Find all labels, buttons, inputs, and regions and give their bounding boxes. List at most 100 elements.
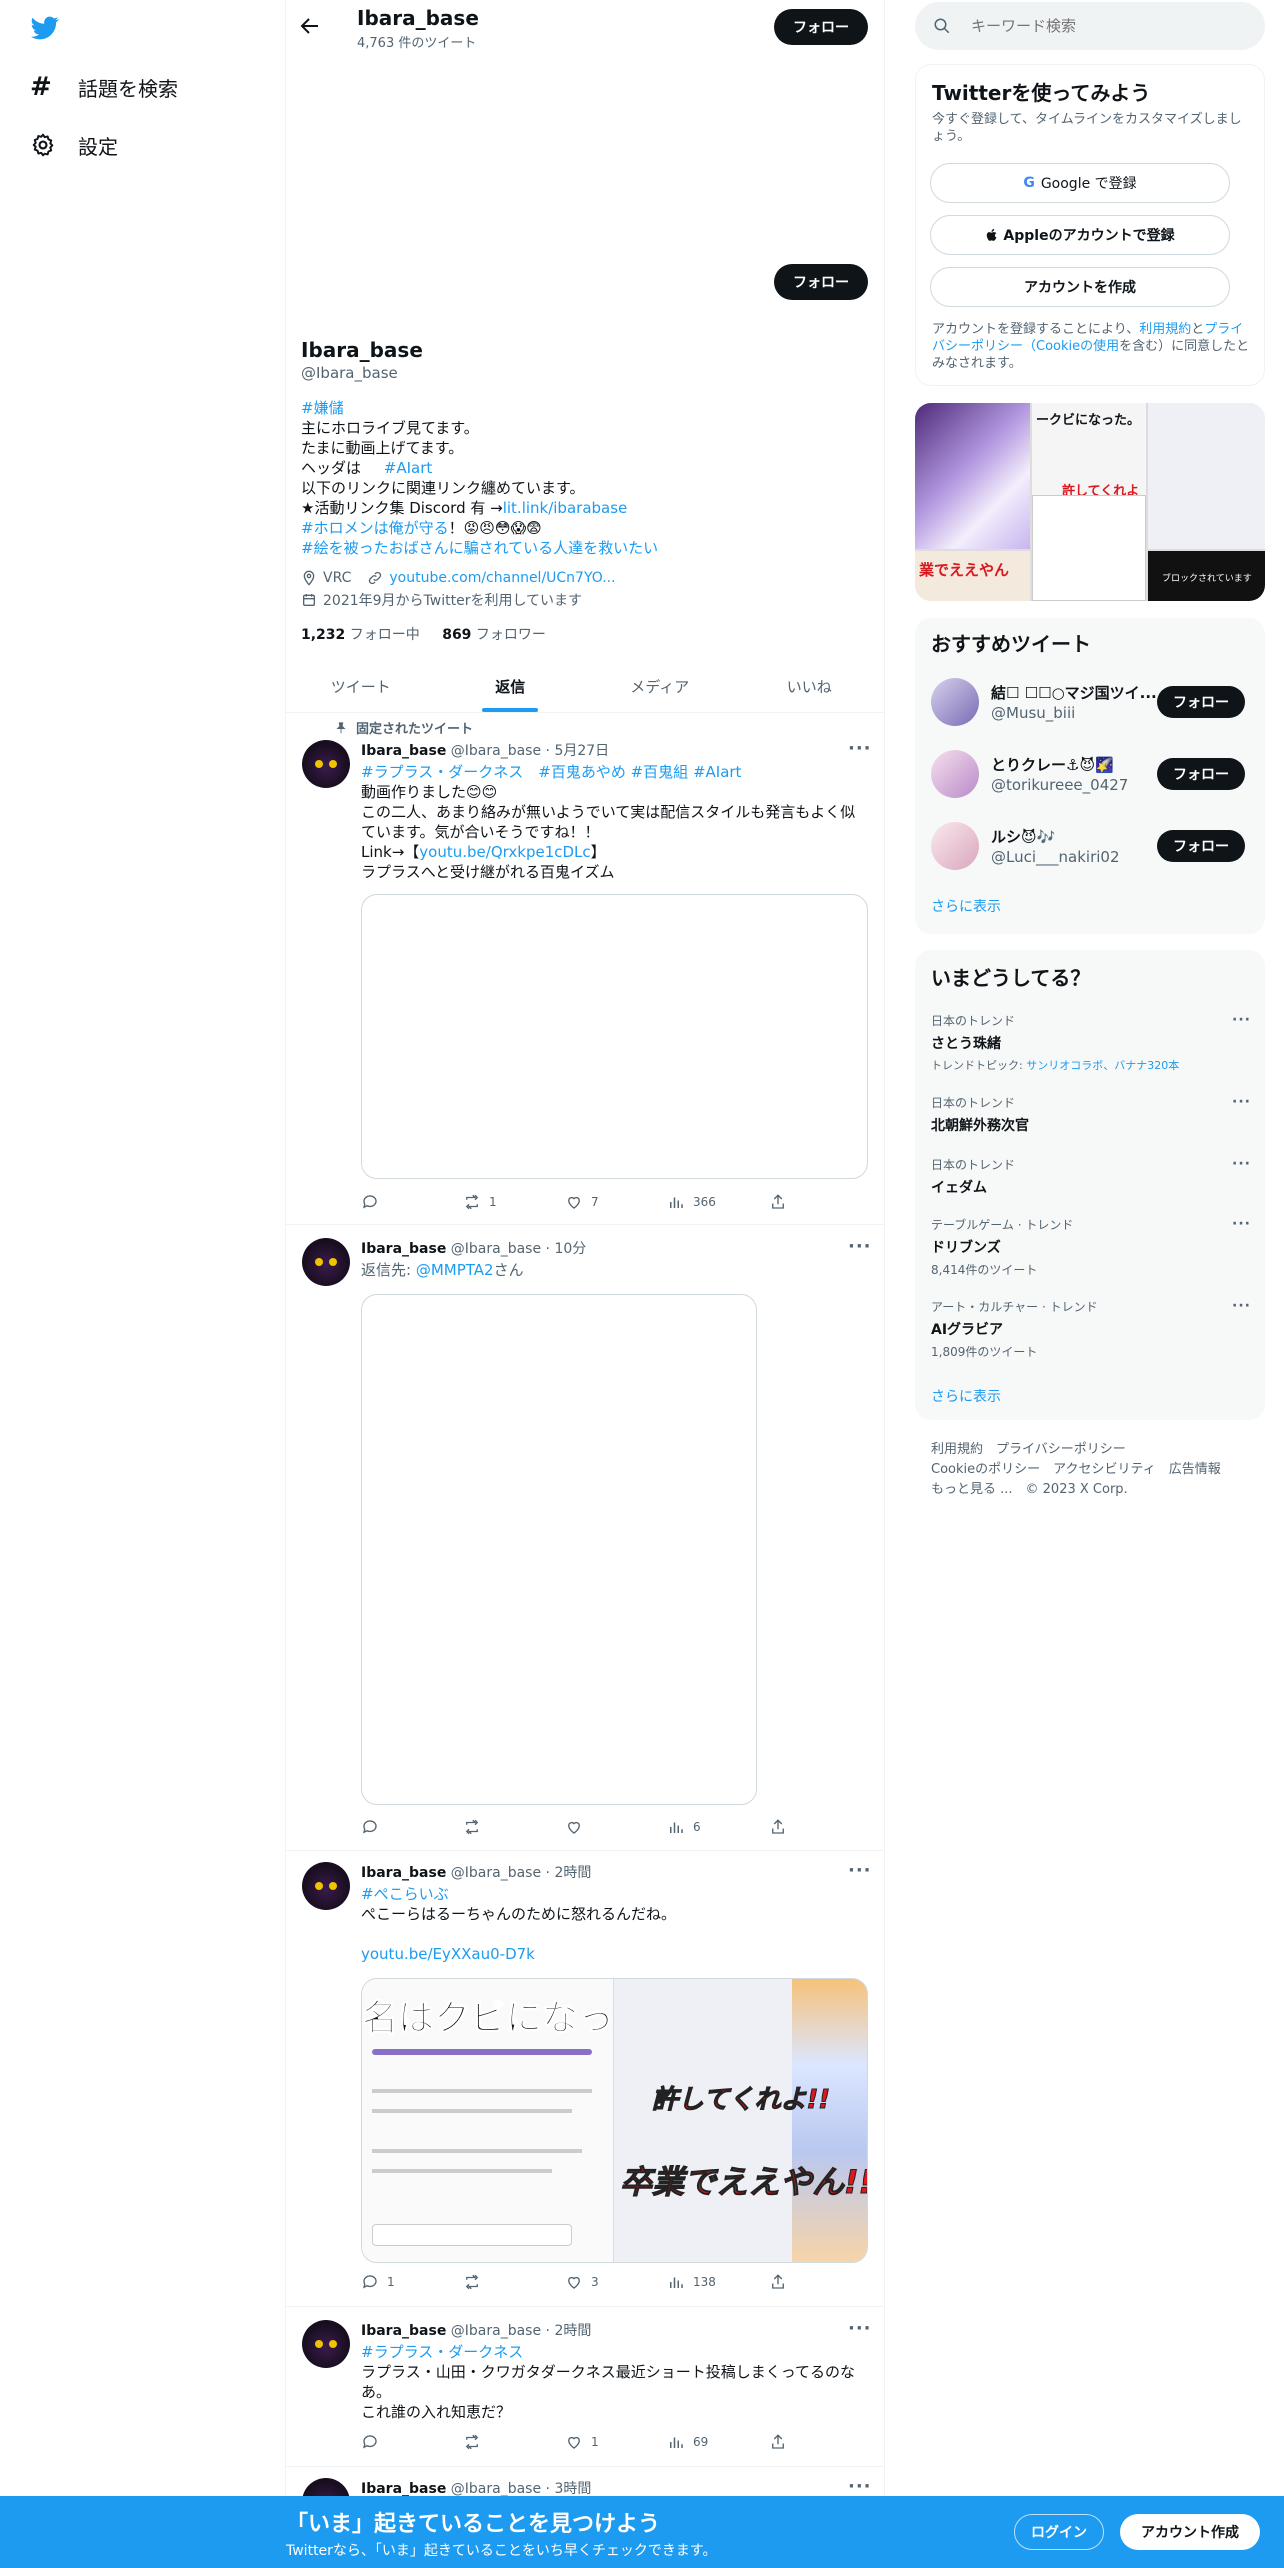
media-thumb[interactable] bbox=[1148, 403, 1265, 549]
reply-button[interactable] bbox=[361, 1193, 463, 1211]
trend-item[interactable]: 日本のトレンド さとう珠緒 トレンドトピック: サンリオコラボ、バナナ320本 … bbox=[931, 1012, 1251, 1073]
tweet-author-name[interactable]: Ibara_base bbox=[361, 1241, 446, 1257]
trend-item[interactable]: テーブルゲーム · トレンド ドリブンズ 8,414件のツイート ··· bbox=[931, 1216, 1251, 1278]
tweet-hashtags[interactable]: #ぺこらいぶ bbox=[361, 1884, 871, 1904]
like-button[interactable]: 7 bbox=[565, 1193, 667, 1211]
more-options-button[interactable]: ··· bbox=[848, 1860, 872, 1881]
tweet-author-handle[interactable]: @Ibara_base bbox=[451, 2481, 541, 2497]
avatar[interactable] bbox=[302, 1862, 350, 1910]
media-thumb[interactable]: ブロックされています bbox=[1148, 551, 1265, 601]
bio-hashtag[interactable]: #ホロメンは俺が守る bbox=[301, 519, 449, 537]
follow-button[interactable]: フォロー bbox=[1157, 686, 1245, 718]
trend-sub-link[interactable]: サンリオコラボ、バナナ320本 bbox=[1026, 1059, 1179, 1072]
views-button[interactable]: 366 bbox=[667, 1193, 769, 1211]
follow-button[interactable]: フォロー bbox=[1157, 830, 1245, 862]
tweet-time[interactable]: · 10分 bbox=[546, 1241, 587, 1257]
retweet-button[interactable] bbox=[463, 2433, 565, 2451]
share-button[interactable] bbox=[769, 2433, 871, 2451]
tweet-author-name[interactable]: Ibara_base bbox=[361, 2323, 446, 2339]
search-box[interactable] bbox=[915, 2, 1265, 50]
recommended-user[interactable]: とりクレー⚓😈🌠 @torikureee_0427 フォロー bbox=[931, 748, 1251, 798]
back-button[interactable] bbox=[298, 14, 326, 42]
tweet-author-name[interactable]: Ibara_base bbox=[361, 1865, 446, 1881]
signup-button[interactable]: アカウント作成 bbox=[1120, 2514, 1260, 2550]
avatar[interactable] bbox=[302, 740, 350, 788]
tweet-time[interactable]: · 2時間 bbox=[546, 2323, 592, 2339]
retweet-button[interactable]: 1 bbox=[463, 1193, 565, 1211]
tweet-media[interactable] bbox=[361, 1294, 757, 1805]
footer-line[interactable]: 利用規約 プライバシーポリシー bbox=[931, 1440, 1221, 1460]
tweet-author-name[interactable]: Ibara_base bbox=[361, 743, 446, 759]
avatar[interactable] bbox=[302, 2320, 350, 2368]
login-button[interactable]: ログイン bbox=[1014, 2514, 1104, 2550]
tweet-time[interactable]: · 5月27日 bbox=[546, 743, 610, 759]
tweet-hashtags[interactable]: #ラプラス・ダークネス bbox=[361, 2342, 871, 2362]
tweet-author-handle[interactable]: @Ibara_base bbox=[451, 1865, 541, 1881]
trend-more-button[interactable]: ··· bbox=[1232, 1012, 1251, 1028]
tweet-link[interactable]: youtu.be/Qrxkpe1cDLc bbox=[419, 843, 590, 861]
trend-more-button[interactable]: ··· bbox=[1232, 1216, 1251, 1232]
footer-line[interactable]: Cookieのポリシー アクセシビリティ 広告情報 bbox=[931, 1460, 1221, 1480]
trend-more-button[interactable]: ··· bbox=[1232, 1156, 1251, 1172]
twitter-logo[interactable] bbox=[30, 14, 62, 42]
trend-item[interactable]: 日本のトレンド 北朝鮮外務次官 ··· bbox=[931, 1094, 1251, 1135]
like-button[interactable]: 3 bbox=[565, 2273, 667, 2291]
more-options-button[interactable]: ··· bbox=[848, 2476, 872, 2497]
profile-url[interactable]: youtube.com/channel/UCn7YO... bbox=[389, 570, 615, 586]
followers-link[interactable]: 869 フォロワー bbox=[442, 627, 546, 643]
recommended-user[interactable]: 結☐ ☐☐○マジ国ツイ... @Musu_biii フォロー bbox=[931, 676, 1251, 726]
nav-explore[interactable]: # 話題を検索 bbox=[30, 72, 178, 102]
share-button[interactable] bbox=[769, 1193, 871, 1211]
tweet-hashtags[interactable]: #ラプラス・ダークネス #百鬼あやめ #百鬼組 #AIart bbox=[361, 762, 871, 782]
views-button[interactable]: 69 bbox=[667, 2433, 769, 2451]
google-signup-button[interactable]: G Google で登録 bbox=[930, 163, 1230, 203]
tweet-media-image[interactable]: 名はクビになっ 許してくれよ!! 卒業でええやん!! bbox=[361, 1978, 868, 2263]
trend-item[interactable]: 日本のトレンド イェダム ··· bbox=[931, 1156, 1251, 1197]
bio-hashtag[interactable]: #AIart bbox=[384, 459, 433, 477]
create-account-button[interactable]: アカウントを作成 bbox=[930, 267, 1230, 307]
terms-link[interactable]: 利用規約 bbox=[1139, 322, 1191, 337]
tweet-author-handle[interactable]: @Ibara_base bbox=[451, 2323, 541, 2339]
more-options-button[interactable]: ··· bbox=[848, 738, 872, 759]
bio-link[interactable]: lit.link/ibarabase bbox=[503, 499, 628, 517]
views-button[interactable]: 6 bbox=[667, 1818, 769, 1836]
header-follow-button[interactable]: フォロー bbox=[774, 9, 868, 45]
reply-button[interactable] bbox=[361, 2433, 463, 2451]
footer-line[interactable]: もっと見る ... © 2023 X Corp. bbox=[931, 1480, 1221, 1500]
bio-hashtag[interactable]: #絵を被ったおばさんに騙されている人達を救いたい bbox=[301, 539, 658, 557]
tweet-author-name[interactable]: Ibara_base bbox=[361, 2481, 446, 2497]
tweet-time[interactable]: · 3時間 bbox=[546, 2481, 592, 2497]
more-options-button[interactable]: ··· bbox=[848, 2318, 872, 2339]
apple-signup-button[interactable]: Appleのアカウントで登録 bbox=[930, 215, 1230, 255]
tab-tweets[interactable]: ツイート bbox=[286, 660, 436, 712]
search-input[interactable] bbox=[971, 17, 1221, 35]
tweet-time[interactable]: · 2時間 bbox=[546, 1865, 592, 1881]
nav-settings[interactable]: 設定 bbox=[30, 130, 118, 160]
tab-media[interactable]: メディア bbox=[585, 660, 735, 712]
like-button[interactable] bbox=[565, 1818, 667, 1836]
media-thumb[interactable] bbox=[1032, 495, 1146, 601]
trend-item[interactable]: アート・カルチャー · トレンド AIグラビア 1,809件のツイート ··· bbox=[931, 1298, 1251, 1360]
reply-to-user[interactable]: @MMPTA2 bbox=[416, 1261, 494, 1279]
recommended-user[interactable]: ルシ😈🎶 @Luci___nakiri02 フォロー bbox=[931, 820, 1251, 870]
tweet-author-handle[interactable]: @Ibara_base bbox=[451, 1241, 541, 1257]
tab-likes[interactable]: いいね bbox=[735, 660, 885, 712]
tweet-link[interactable]: youtu.be/EyXXau0-D7k bbox=[361, 1944, 871, 1964]
like-button[interactable]: 1 bbox=[565, 2433, 667, 2451]
share-button[interactable] bbox=[769, 2273, 871, 2291]
trend-more-button[interactable]: ··· bbox=[1232, 1298, 1251, 1314]
follow-button[interactable]: フォロー bbox=[1157, 758, 1245, 790]
media-thumb[interactable] bbox=[915, 403, 1030, 549]
share-button[interactable] bbox=[769, 1818, 871, 1836]
reply-button[interactable]: 1 bbox=[361, 2273, 463, 2291]
trends-show-more[interactable]: さらに表示 bbox=[931, 1386, 1001, 1406]
retweet-button[interactable] bbox=[463, 2273, 565, 2291]
reply-button[interactable] bbox=[361, 1818, 463, 1836]
avatar[interactable] bbox=[302, 1238, 350, 1286]
more-options-button[interactable]: ··· bbox=[848, 1236, 872, 1257]
profile-follow-button[interactable]: フォロー bbox=[774, 264, 868, 300]
retweet-button[interactable] bbox=[463, 1818, 565, 1836]
media-thumb[interactable]: 業でええやん bbox=[915, 551, 1030, 601]
media-grid[interactable]: ークビになった。 許してくれよ 業でええやん ブロックされています bbox=[915, 403, 1265, 601]
views-button[interactable]: 138 bbox=[667, 2273, 769, 2291]
